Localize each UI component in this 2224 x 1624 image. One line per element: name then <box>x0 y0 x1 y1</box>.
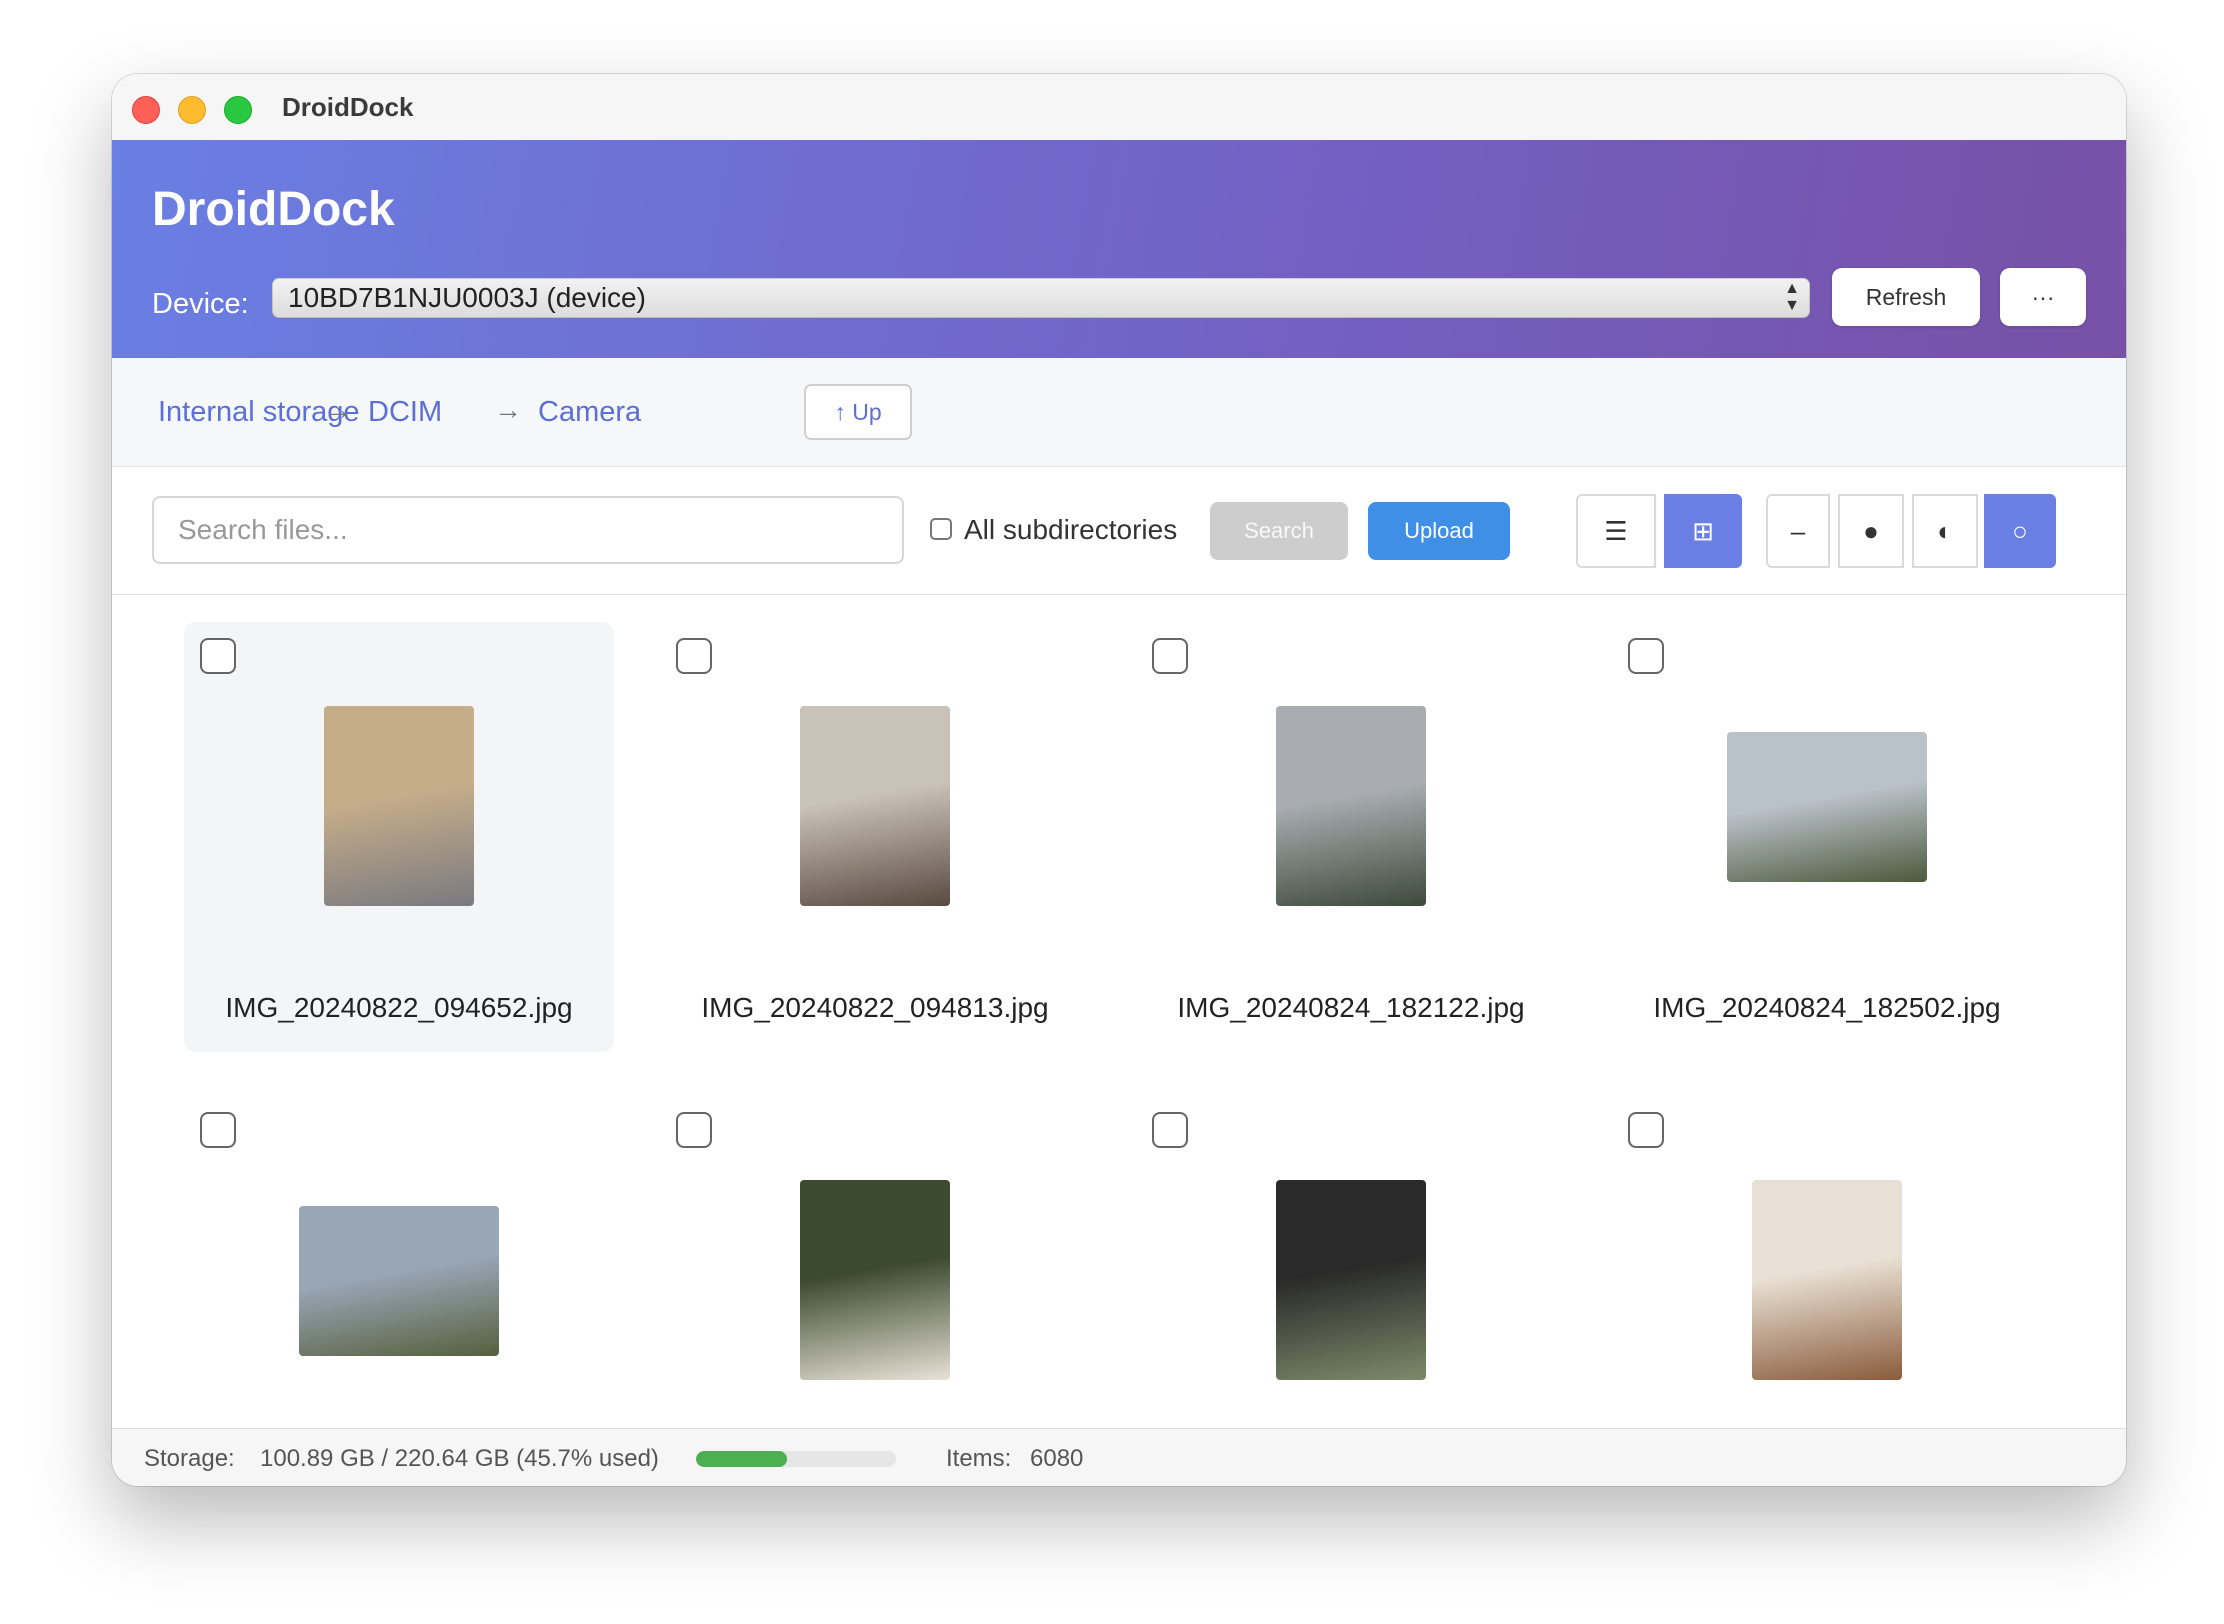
breadcrumb: Internal storage → DCIM → Camera ↑ Up <box>112 358 2126 467</box>
status-bar: Storage: 100.89 GB / 220.64 GB (45.7% us… <box>112 1428 2126 1486</box>
file-select-checkbox[interactable] <box>676 638 712 674</box>
more-options-button[interactable]: ··· <box>2000 268 2086 326</box>
breadcrumb-arrow-icon: → <box>494 394 522 425</box>
file-select-checkbox[interactable] <box>676 1112 712 1148</box>
storage-progress-fill <box>696 1451 788 1467</box>
search-input[interactable] <box>152 496 904 564</box>
select-arrows-icon: ▲ ▼ <box>1784 280 1800 314</box>
file-card[interactable]: IMG_20240824_182502.jpg <box>1612 622 2042 1052</box>
list-view-icon[interactable]: ☰ <box>1576 494 1656 568</box>
file-thumbnail <box>800 706 950 906</box>
file-name: IMG_20240822_094652.jpg <box>225 992 573 1023</box>
app-header: DroidDock Device: 10BD7B1NJU0003J (devic… <box>112 140 2126 358</box>
file-name: IMG_20240822_094813.jpg <box>701 992 1049 1023</box>
breadcrumb-arrow-icon: → <box>324 394 352 425</box>
zoom-window-button[interactable] <box>224 96 252 124</box>
upload-button[interactable]: Upload <box>1368 502 1510 560</box>
file-toolbar: All subdirectories Search Upload ☰ ⊞ – ●… <box>112 466 2126 595</box>
title-bar: DroidDock <box>112 74 2126 141</box>
refresh-button[interactable]: Refresh <box>1832 268 1980 326</box>
file-select-checkbox[interactable] <box>200 638 236 674</box>
file-name: IMG_20240824_182502.jpg <box>1653 992 2001 1023</box>
window-title: DroidDock <box>282 92 414 122</box>
all-subdirectories-checkbox[interactable] <box>930 518 952 540</box>
file-select-checkbox[interactable] <box>200 1112 236 1148</box>
file-select-checkbox[interactable] <box>1628 1112 1664 1148</box>
storage-value: 100.89 GB / 220.64 GB (45.7% used) <box>260 1445 659 1472</box>
all-subdirectories-label: All subdirectories <box>964 514 1178 545</box>
file-thumbnail <box>299 1206 499 1356</box>
grid-view-icon[interactable]: ⊞ <box>1664 494 1742 568</box>
app-title: DroidDock <box>152 183 395 236</box>
items-label: Items: <box>946 1445 1012 1472</box>
size-half-circle-icon[interactable]: ◐ <box>1912 494 1978 568</box>
storage-progress-bar <box>696 1451 896 1467</box>
storage-label: Storage: <box>144 1445 235 1472</box>
size-minimal-icon[interactable]: – <box>1766 494 1830 568</box>
file-select-checkbox[interactable] <box>1152 638 1188 674</box>
file-card[interactable]: IMG_20240822_094652.jpg <box>184 622 614 1052</box>
file-select-checkbox[interactable] <box>1152 1112 1188 1148</box>
file-card[interactable] <box>1612 1096 2042 1428</box>
file-card[interactable]: IMG_20240824_182122.jpg <box>1136 622 1566 1052</box>
close-window-button[interactable] <box>132 96 160 124</box>
file-thumbnail <box>1752 1180 1902 1380</box>
file-card[interactable] <box>1136 1096 1566 1428</box>
file-card[interactable] <box>660 1096 1090 1428</box>
minimize-window-button[interactable] <box>178 96 206 124</box>
app-window: DroidDock DroidDock Device: 10BD7B1NJU00… <box>112 74 2126 1486</box>
file-thumbnail <box>324 706 474 906</box>
file-grid: IMG_20240822_094652.jpg IMG_20240822_0948… <box>112 594 2126 1428</box>
file-select-checkbox[interactable] <box>1628 638 1664 674</box>
up-directory-button[interactable]: ↑ Up <box>804 384 912 440</box>
search-button[interactable]: Search <box>1210 502 1348 560</box>
file-thumbnail <box>1276 1180 1426 1380</box>
file-card[interactable]: IMG_20240822_094813.jpg <box>660 622 1090 1052</box>
file-thumbnail <box>800 1180 950 1380</box>
device-select-value: 10BD7B1NJU0003J (device) <box>288 282 646 313</box>
size-filled-circle-icon[interactable]: ● <box>1838 494 1904 568</box>
breadcrumb-dcim[interactable]: DCIM <box>368 396 442 429</box>
file-thumbnail <box>1727 732 1927 882</box>
device-label: Device: <box>152 288 249 320</box>
file-card[interactable] <box>184 1096 614 1428</box>
breadcrumb-camera[interactable]: Camera <box>538 396 641 429</box>
items-count: 6080 <box>1030 1445 1084 1472</box>
size-empty-circle-icon[interactable]: ○ <box>1984 494 2056 568</box>
file-name: IMG_20240824_182122.jpg <box>1177 992 1525 1023</box>
device-select[interactable]: 10BD7B1NJU0003J (device) ▲ ▼ <box>272 278 1810 318</box>
file-thumbnail <box>1276 706 1426 906</box>
